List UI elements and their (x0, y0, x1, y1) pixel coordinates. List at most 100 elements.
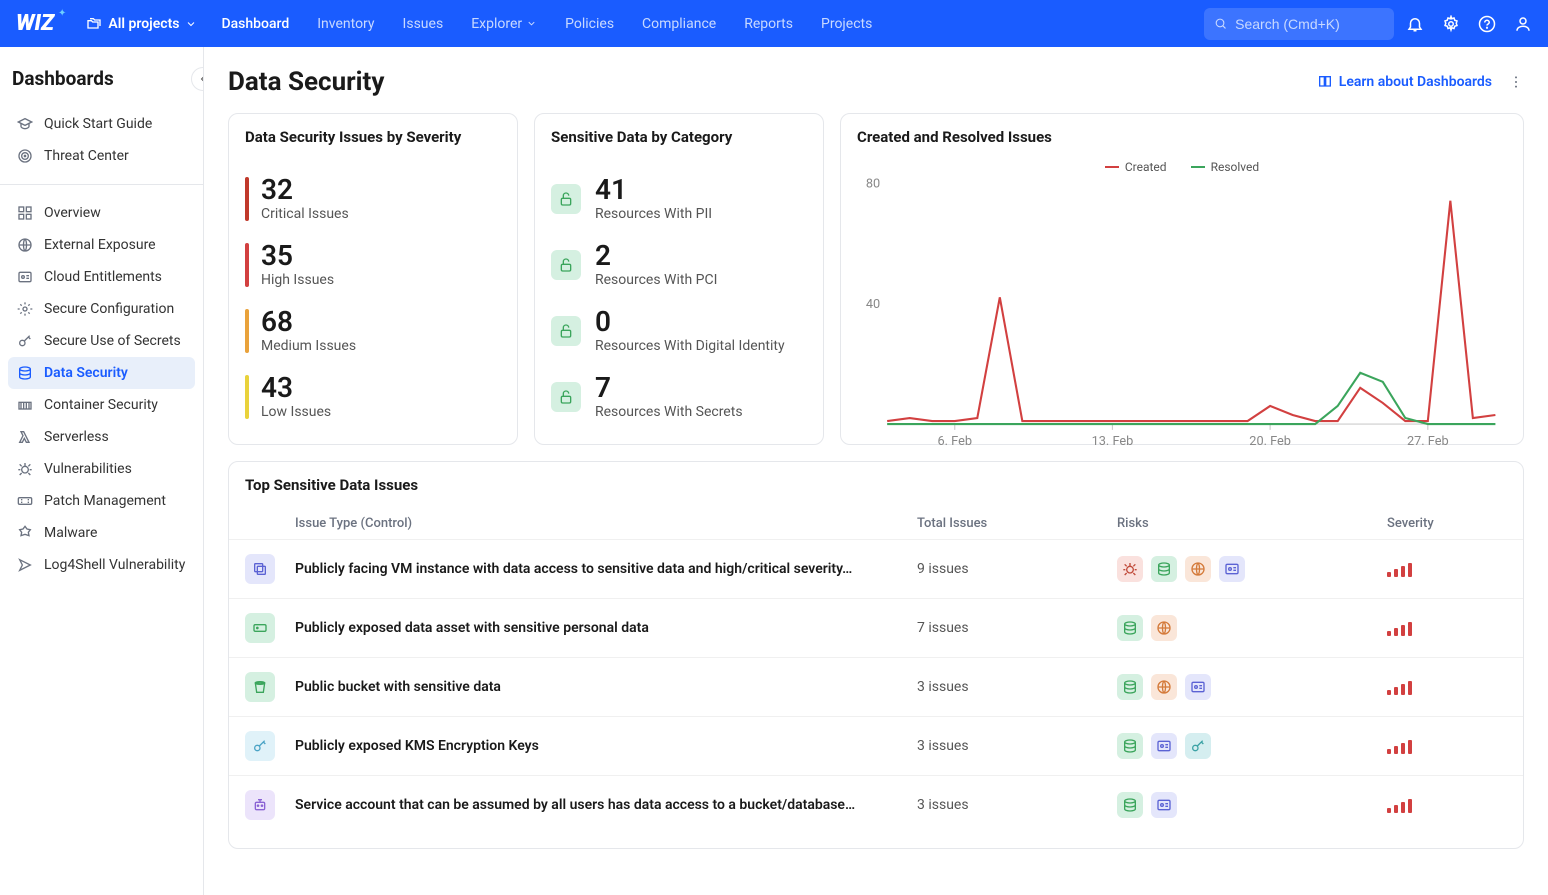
sidebar-item-malware[interactable]: Malware (8, 517, 195, 549)
nav-link-inventory[interactable]: Inventory (317, 16, 374, 32)
globe-icon (17, 237, 33, 253)
page-menu-button[interactable] (1508, 74, 1524, 90)
category-list: 41Resources With PII 2Resources With PCI 0… (551, 160, 807, 424)
sidebar-item-serverless[interactable]: Serverless (8, 421, 195, 453)
notifications-button[interactable] (1406, 15, 1424, 33)
category-label: Resources With Digital Identity (595, 338, 785, 354)
unlock-icon (551, 382, 581, 412)
category-item[interactable]: 2Resources With PCI (551, 242, 807, 288)
category-value: 41 (595, 176, 712, 204)
project-selector[interactable]: All projects (86, 16, 197, 32)
severity-item[interactable]: 32Critical Issues (245, 176, 501, 222)
sidebar-item-cloud-entitlements[interactable]: Cloud Entitlements (8, 261, 195, 293)
table-row[interactable]: Service account that can be assumed by a… (229, 775, 1523, 834)
grid-icon (17, 205, 33, 221)
search-input[interactable] (1235, 16, 1384, 32)
th-total: Total Issues (917, 516, 1117, 531)
severity-bar (245, 243, 249, 287)
learn-link-label: Learn about Dashboards (1339, 74, 1492, 90)
risk-badge-globe (1185, 556, 1211, 582)
table-row[interactable]: Publicly exposed KMS Encryption Keys3 is… (229, 716, 1523, 775)
severity-item[interactable]: 43Low Issues (245, 374, 501, 420)
issues-table-title: Top Sensitive Data Issues (229, 476, 1523, 494)
risk-badge-bug (1117, 556, 1143, 582)
book-icon (1317, 74, 1333, 90)
page-title: Data Security (228, 67, 384, 97)
database-icon (1122, 679, 1138, 695)
chart-card-title: Created and Resolved Issues (857, 128, 1507, 146)
sidebar-item-label: Malware (44, 525, 97, 541)
sidebar-item-secure-use-of-secrets[interactable]: Secure Use of Secrets (8, 325, 195, 357)
sidebar-item-external-exposure[interactable]: External Exposure (8, 229, 195, 261)
nav-link-projects[interactable]: Projects (821, 16, 872, 32)
sidebar-item-secure-configuration[interactable]: Secure Configuration (8, 293, 195, 325)
sidebar-item-container-security[interactable]: Container Security (8, 389, 195, 421)
issue-count: 3 issues (917, 679, 1117, 695)
issues-table-card: Top Sensitive Data Issues Issue Type (Co… (228, 461, 1524, 849)
severity-label: Medium Issues (261, 338, 356, 354)
category-value: 0 (595, 308, 785, 336)
sidebar-item-label: Secure Configuration (44, 301, 174, 317)
globe-icon (1156, 620, 1172, 636)
user-icon (1514, 15, 1532, 33)
severity-item[interactable]: 68Medium Issues (245, 308, 501, 354)
category-item[interactable]: 7Resources With Secrets (551, 374, 807, 420)
risk-badge-id (1185, 674, 1211, 700)
sidebar-item-vulnerabilities[interactable]: Vulnerabilities (8, 453, 195, 485)
table-row[interactable]: Publicly exposed data asset with sensiti… (229, 598, 1523, 657)
gear-icon (1442, 15, 1460, 33)
table-row[interactable]: Publicly facing VM instance with data ac… (229, 539, 1523, 598)
sidebar-item-label: Vulnerabilities (44, 461, 132, 477)
settings-button[interactable] (1442, 15, 1460, 33)
page-header: Data Security Learn about Dashboards (228, 67, 1524, 97)
risk-badge-id (1151, 733, 1177, 759)
key-icon (17, 333, 33, 349)
issue-type-icon (245, 790, 275, 820)
patch-icon (17, 493, 33, 509)
table-row[interactable]: Public bucket with sensitive data3 issue… (229, 657, 1523, 716)
sidebar: Dashboards Quick Start GuideThreat Cente… (0, 47, 204, 895)
nav-link-explorer[interactable]: Explorer (471, 16, 537, 32)
malware-icon (17, 525, 33, 541)
category-item[interactable]: 0 Resources With Digital Identity (551, 308, 807, 354)
help-button[interactable] (1478, 15, 1496, 33)
nav-link-policies[interactable]: Policies (565, 16, 614, 32)
sidebar-item-quick-start-guide[interactable]: Quick Start Guide (8, 108, 195, 140)
bug-icon (1122, 561, 1138, 577)
severity-indicator (1387, 620, 1507, 636)
nav-links: Dashboard Inventory Issues Explorer Policie… (221, 16, 872, 32)
svg-text:40: 40 (866, 297, 880, 312)
sidebar-item-threat-center[interactable]: Threat Center (8, 140, 195, 172)
sidebar-item-overview[interactable]: Overview (8, 197, 195, 229)
sidebar-item-log4shell-vulnerability[interactable]: Log4Shell Vulnerability (8, 549, 195, 581)
id-icon (1190, 679, 1206, 695)
search-box[interactable] (1204, 8, 1394, 40)
learn-link[interactable]: Learn about Dashboards (1317, 74, 1492, 90)
sidebar-section-main: OverviewExternal Exposure Cloud Entitleme… (0, 193, 203, 585)
nav-link-compliance[interactable]: Compliance (642, 16, 716, 32)
nav-link-dashboard[interactable]: Dashboard (221, 16, 289, 32)
category-item[interactable]: 41Resources With PII (551, 176, 807, 222)
risk-badge-globe (1151, 615, 1177, 641)
category-value: 7 (595, 374, 743, 402)
profile-button[interactable] (1514, 15, 1532, 33)
sidebar-item-label: Cloud Entitlements (44, 269, 162, 285)
issues-table: Issue Type (Control) Total Issues Risks … (229, 508, 1523, 834)
sidebar-item-data-security[interactable]: Data Security (8, 357, 195, 389)
issue-title: Publicly exposed data asset with sensiti… (295, 620, 917, 636)
category-card-title: Sensitive Data by Category (551, 128, 807, 146)
lambda-icon (17, 429, 33, 445)
severity-item[interactable]: 35High Issues (245, 242, 501, 288)
issue-title: Service account that can be assumed by a… (295, 797, 917, 813)
issue-count: 3 issues (917, 797, 1117, 813)
bug-icon (17, 461, 33, 477)
issue-title: Publicly exposed KMS Encryption Keys (295, 738, 917, 754)
nav-link-issues[interactable]: Issues (403, 16, 444, 32)
severity-card-title: Data Security Issues by Severity (245, 128, 501, 146)
sidebar-item-patch-management[interactable]: Patch Management (8, 485, 195, 517)
risk-badge-db (1117, 733, 1143, 759)
copy-icon (252, 561, 268, 577)
id-icon (1156, 797, 1172, 813)
chevron-left-icon (197, 73, 204, 85)
nav-link-reports[interactable]: Reports (744, 16, 793, 32)
